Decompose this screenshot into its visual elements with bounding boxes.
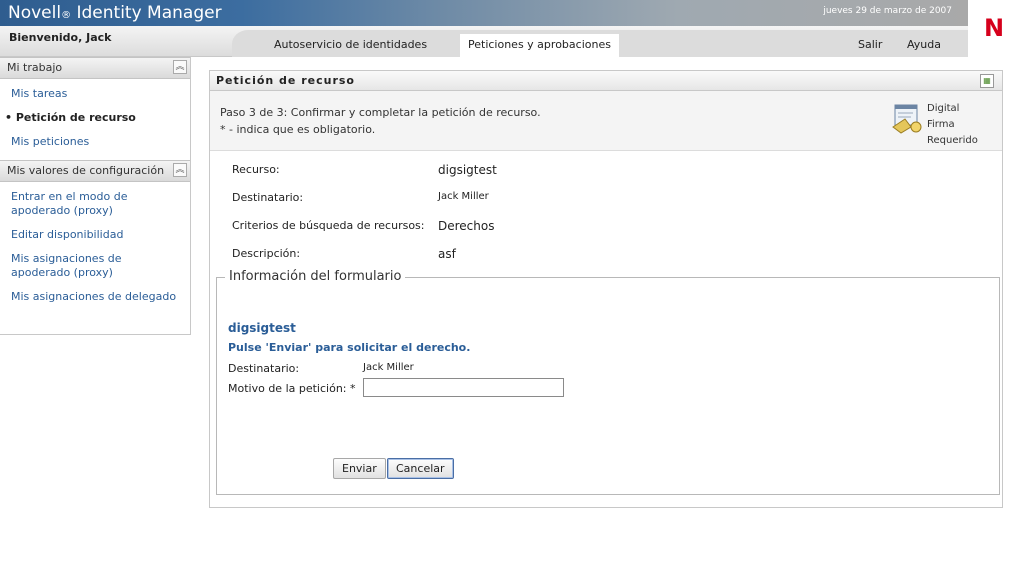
tab-requests-approvals[interactable]: Peticiones y aprobaciones xyxy=(460,34,619,57)
sidebar-section-title: Mis valores de configuración xyxy=(7,164,165,177)
tab-strip: Autoservicio de identidades Peticiones y… xyxy=(232,30,968,57)
panel-header: Petición de recurso ▦ xyxy=(210,71,1002,91)
signature-required-text: Digital Firma Requerido xyxy=(927,101,978,149)
logout-link[interactable]: Salir xyxy=(850,34,890,57)
field-label: Destinatario: xyxy=(232,191,304,204)
sidebar-item-resource-request[interactable]: Petición de recurso xyxy=(5,106,190,130)
step-info: Paso 3 de 3: Confirmar y completar la pe… xyxy=(210,91,1002,151)
field-label: Criterios de búsqueda de recursos: xyxy=(232,219,425,232)
field-value: digsigtest xyxy=(438,163,497,177)
field-value: Jack Miller xyxy=(438,191,489,202)
app-banner: Novell® Identity Manager jueves 29 de ma… xyxy=(0,0,968,26)
collapse-icon[interactable]: ︽ xyxy=(173,60,187,74)
sidebar-item-enter-proxy-mode[interactable]: Entrar en el modo de apoderado (proxy) xyxy=(11,185,190,223)
step-line: Paso 3 de 3: Confirmar y completar la pe… xyxy=(220,106,541,119)
field-value: Derechos xyxy=(438,219,495,233)
sidebar-section-my-settings: Mis valores de configuración ︽ xyxy=(0,160,190,182)
signature-line: Requerido xyxy=(927,135,978,146)
panel-menu-icon[interactable]: ▦ xyxy=(980,74,994,88)
send-button[interactable]: Enviar xyxy=(333,458,386,479)
cancel-button[interactable]: Cancelar xyxy=(387,458,454,479)
form-recipient-label: Destinatario: xyxy=(228,362,300,375)
sidebar-item-edit-availability[interactable]: Editar disponibilidad xyxy=(11,223,190,247)
novell-n-icon: N xyxy=(984,14,1005,42)
sidebar-item-delegate-assignments[interactable]: Mis asignaciones de delegado xyxy=(11,285,190,309)
sidebar-item-proxy-assignments[interactable]: Mis asignaciones de apoderado (proxy) xyxy=(11,247,190,285)
form-reason-label: Motivo de la petición: * xyxy=(228,382,356,395)
required-marker: * xyxy=(350,382,356,395)
sidebar-item-my-requests[interactable]: Mis peticiones xyxy=(11,130,190,154)
form-fieldset: Información del formulario digsigtest Pu… xyxy=(216,269,1000,495)
signature-line: Firma xyxy=(927,119,955,130)
form-instruction: Pulse 'Enviar' para solicitar el derecho… xyxy=(228,341,471,354)
panel-title: Petición de recurso xyxy=(216,74,355,87)
nav-bar: Bienvenido, Jack Autoservicio de identid… xyxy=(0,26,968,57)
resource-request-panel: Petición de recurso ▦ Paso 3 de 3: Confi… xyxy=(209,70,1003,508)
product-name: Identity Manager xyxy=(76,3,222,23)
my-settings-list: Entrar en el modo de apoderado (proxy) E… xyxy=(0,182,190,315)
sidebar-item-my-tasks[interactable]: Mis tareas xyxy=(11,82,190,106)
form-legend: Información del formulario xyxy=(225,269,406,284)
registered-mark: ® xyxy=(61,10,72,21)
help-link[interactable]: Ayuda xyxy=(899,34,949,57)
field-label: Recurso: xyxy=(232,163,280,176)
collapse-icon[interactable]: ︽ xyxy=(173,163,187,177)
required-note: * - indica que es obligatorio. xyxy=(220,123,376,136)
sidebar: Mi trabajo ︽ Mis tareas Petición de recu… xyxy=(0,57,191,335)
form-recipient-value: Jack Miller xyxy=(363,362,414,373)
field-label: Descripción: xyxy=(232,247,301,260)
tab-identity-self-service[interactable]: Autoservicio de identidades xyxy=(266,34,435,57)
signature-line: Digital xyxy=(927,103,960,114)
novell-logo: N xyxy=(968,0,1023,57)
sidebar-section-my-work: Mi trabajo ︽ xyxy=(0,57,190,79)
welcome-text: Bienvenido, Jack xyxy=(9,31,112,44)
my-work-list: Mis tareas Petición de recurso Mis petic… xyxy=(0,79,190,160)
field-value: asf xyxy=(438,247,456,261)
current-date: jueves 29 de marzo de 2007 xyxy=(823,6,952,16)
sidebar-section-title: Mi trabajo xyxy=(7,61,63,74)
app-title: Novell® Identity Manager xyxy=(8,2,222,27)
reason-label-text: Motivo de la petición: xyxy=(228,382,347,395)
digital-signature-icon xyxy=(892,104,922,134)
brand-name: Novell xyxy=(8,3,62,23)
reason-input[interactable] xyxy=(363,378,564,397)
step-text: Paso 3 de 3: Confirmar y completar la pe… xyxy=(220,104,541,138)
form-resource-name: digsigtest xyxy=(228,321,296,335)
